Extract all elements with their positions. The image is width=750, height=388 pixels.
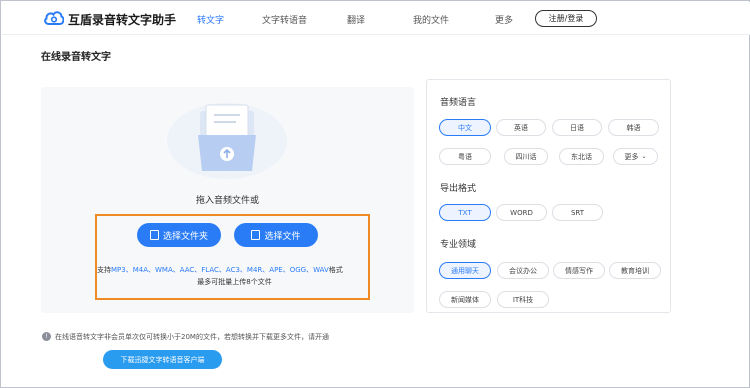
lang-northeastern-option[interactable]: 东北话	[559, 148, 604, 165]
select-folder-label: 选择文件夹	[162, 231, 208, 242]
upload-limit-text: 最多可批量上传8个文件	[197, 278, 272, 286]
member-limit-note: 在线语音转文字非会员单次仅可转换小于20M的文件，若想转换并下载更多文件，请开通	[55, 333, 329, 341]
formats-suffix: 格式	[328, 266, 343, 274]
supported-formats-text: 支持MP3、M4A、WMA、AAC、FLAC、AC3、M4R、APE、OGG、W…	[97, 265, 372, 275]
domain-emotion-writing-option[interactable]: 情感写作	[553, 262, 605, 279]
domain-news-option[interactable]: 新闻媒体	[439, 291, 491, 308]
app-window: 互盾录音转文字助手 转文字 文字转语音 翻译 我的文件 更多 注册/登录 在线录…	[0, 0, 750, 388]
lang-japanese-option[interactable]: 日语	[552, 119, 602, 136]
upload-buttons-highlight	[95, 214, 370, 300]
domain-education-option[interactable]: 教育培训	[609, 262, 661, 279]
domain-it-option[interactable]: IT科技	[497, 291, 549, 308]
domain-label: 专业领域	[440, 240, 477, 250]
lang-more-dropdown[interactable]: 更多 ⌄	[613, 148, 658, 165]
upload-folder-illustration	[167, 103, 287, 179]
drop-hint-text: 拖入音频文件或	[195, 196, 259, 206]
format-word-option[interactable]: WORD	[496, 204, 547, 221]
formats-prefix: 支持	[97, 266, 111, 274]
select-file-label: 选择文件	[264, 231, 301, 242]
domain-meeting-option[interactable]: 会议办公	[497, 262, 549, 279]
app-title: 互盾录音转文字助手	[68, 13, 177, 27]
register-login-button[interactable]: 注册/登录	[535, 10, 597, 27]
audio-language-label: 音频语言	[440, 98, 477, 108]
domain-general-chat-option[interactable]: 通用聊天	[439, 262, 491, 279]
nav-transcribe[interactable]: 转文字	[197, 13, 224, 26]
lang-more-label: 更多	[624, 152, 639, 161]
lang-english-option[interactable]: 英语	[496, 119, 546, 136]
format-srt-option[interactable]: SRT	[552, 204, 603, 221]
lang-chinese-option[interactable]: 中文	[439, 119, 491, 136]
select-folder-button[interactable]: 选择文件夹	[137, 223, 221, 247]
cloud-logo-icon	[44, 11, 64, 25]
lang-cantonese-option[interactable]: 粤语	[439, 148, 491, 165]
nav-my-files[interactable]: 我的文件	[413, 13, 449, 26]
folder-icon	[149, 230, 159, 240]
lang-sichuanese-option[interactable]: 四川话	[504, 148, 548, 165]
file-icon	[251, 230, 261, 240]
chevron-down-icon: ⌄	[641, 153, 647, 160]
export-format-label: 导出格式	[440, 184, 477, 194]
page-title: 在线录音转文字	[41, 52, 111, 63]
nav-more[interactable]: 更多	[495, 13, 513, 26]
nav-translate[interactable]: 翻译	[347, 13, 365, 26]
lang-korean-option[interactable]: 韩语	[608, 119, 659, 136]
info-icon: !	[42, 332, 51, 341]
top-header: 互盾录音转文字助手 转文字 文字转语音 翻译 我的文件 更多 注册/登录	[2, 2, 750, 35]
select-file-button[interactable]: 选择文件	[234, 223, 318, 247]
download-client-button[interactable]: 下载迅捷文字转语音客户端	[103, 350, 222, 369]
format-txt-option[interactable]: TXT	[439, 204, 491, 221]
formats-list: MP3、M4A、WMA、AAC、FLAC、AC3、M4R、APE、OGG、WAV	[111, 266, 329, 274]
nav-text-to-speech[interactable]: 文字转语音	[262, 13, 307, 26]
